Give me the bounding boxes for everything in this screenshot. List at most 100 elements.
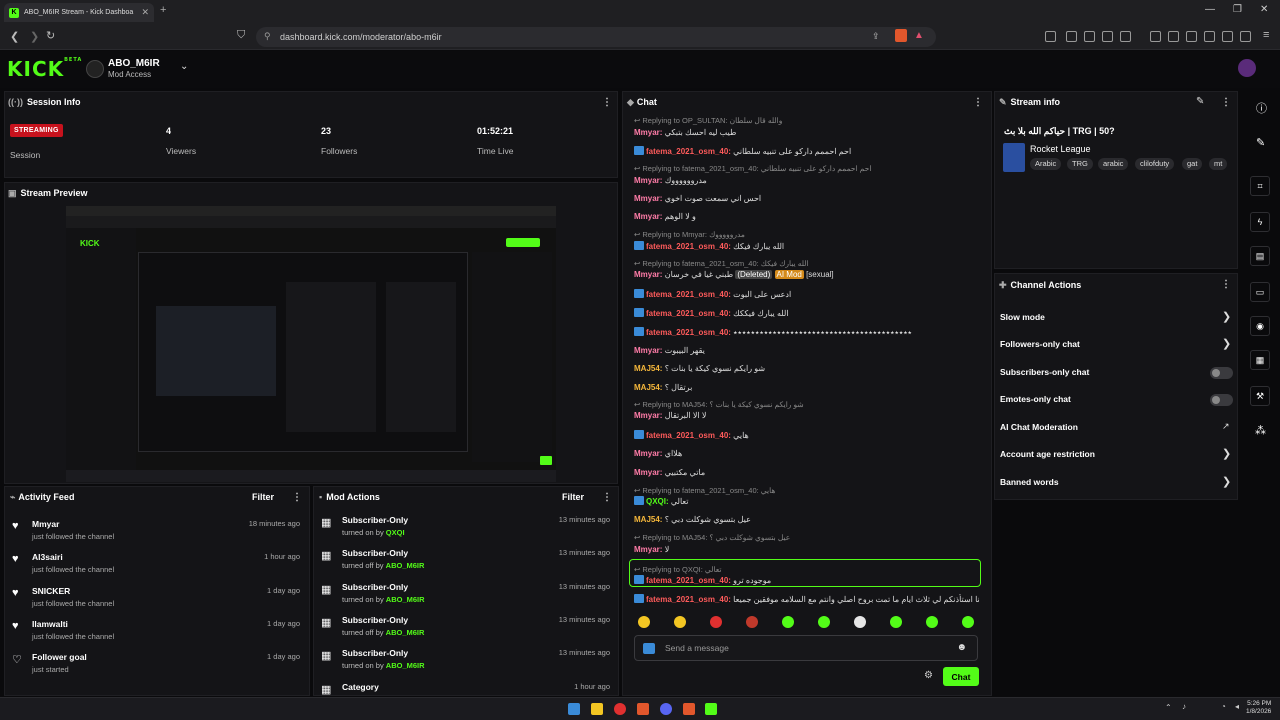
channel-action-label[interactable]: Banned words — [1000, 477, 1059, 487]
activity-user[interactable]: Al3sairi — [32, 552, 63, 562]
share-icon[interactable]: ⇪ — [872, 31, 880, 42]
activity-user[interactable]: Ilamwalti — [32, 619, 68, 629]
back-icon[interactable]: ❮ — [10, 30, 19, 43]
emote-icon[interactable] — [926, 616, 938, 628]
window-close-icon[interactable]: ✕ — [1260, 4, 1268, 15]
user-avatar[interactable] — [1238, 59, 1256, 77]
toggle-switch[interactable] — [1210, 367, 1233, 379]
media-icon[interactable] — [1150, 31, 1161, 42]
bookmark-icon[interactable]: ⛉ — [237, 29, 245, 42]
stream-tag[interactable]: clilofduty — [1135, 158, 1175, 170]
chat-message[interactable]: fatema_2021_osm_40: ادعس على البوت — [634, 289, 979, 299]
chat-message[interactable]: Mmyar: هلااي — [634, 449, 979, 458]
mod-menu-icon[interactable]: ⋮ — [602, 492, 612, 503]
stream-tag[interactable]: mt — [1209, 158, 1228, 170]
chat-message[interactable]: QXQI: تعالي — [634, 496, 979, 506]
extension-icon[interactable] — [1102, 31, 1113, 42]
info-icon[interactable]: ⓘ — [1256, 100, 1267, 116]
channel-actions-menu-icon[interactable]: ⋮ — [1221, 279, 1231, 290]
forward-icon[interactable]: ❯ — [30, 30, 39, 43]
volume-icon[interactable]: ◂ — [1235, 702, 1239, 711]
emote-icon[interactable] — [638, 616, 650, 628]
stream-tag[interactable]: gat — [1182, 158, 1203, 170]
chat-input[interactable]: Send a message ☻ — [634, 635, 978, 661]
start-icon[interactable] — [568, 703, 580, 715]
site-info-icon[interactable]: ⚲ — [264, 31, 271, 42]
chat-message[interactable]: Mmyar: لا — [634, 545, 979, 554]
chat-message[interactable]: fatema_2021_osm_40: الله يبارك فيكك — [634, 241, 979, 251]
chat-message[interactable]: Mmyar: طيب ليه احسك بتبكي — [634, 128, 979, 137]
rail-nodes-icon[interactable]: ⁂ — [1255, 424, 1266, 437]
stream-preview-video[interactable]: KICK — [66, 206, 556, 482]
chevron-right-icon[interactable]: ❯ — [1222, 310, 1231, 323]
chevron-right-icon[interactable]: ❯ — [1222, 337, 1231, 350]
extension-icon[interactable] — [1120, 31, 1131, 42]
toggle-switch[interactable] — [1210, 394, 1233, 406]
minimize-icon[interactable]: — — [1205, 4, 1215, 15]
stream-tag[interactable]: Arabic — [1030, 158, 1062, 170]
channel-action-label[interactable]: Followers-only chat — [1000, 339, 1080, 349]
rail-wrench-icon[interactable]: ⚒ — [1250, 386, 1270, 406]
brave-active-icon[interactable] — [683, 703, 695, 715]
reload-icon[interactable]: ↻ — [46, 29, 55, 42]
chat-message[interactable]: Mmyar: مدرووووووك — [634, 176, 979, 185]
chevron-right-icon[interactable]: ❯ — [1222, 447, 1231, 460]
maximize-icon[interactable]: ❐ — [1233, 4, 1242, 15]
browser-tab[interactable]: K ABO_M6IR Stream - Kick Dashboa ✕ — [4, 3, 154, 22]
channel-action-label[interactable]: Slow mode — [1000, 312, 1045, 322]
session-menu-icon[interactable]: ⋮ — [602, 97, 612, 108]
explorer-icon[interactable] — [591, 703, 603, 715]
network-icon[interactable]: ◔ — [1221, 702, 1226, 711]
activity-user[interactable]: Follower goal — [32, 652, 87, 662]
chat-message[interactable]: fatema_2021_osm_40: موجوده ترو — [634, 575, 979, 585]
category-name[interactable]: Rocket League — [1030, 144, 1091, 154]
chat-message[interactable]: Mmyar: يقهر البيبوت — [634, 346, 979, 355]
address-bar[interactable]: ⚲ dashboard.kick.com/moderator/abo-m6ir — [256, 27, 936, 47]
chat-message[interactable]: fatema_2021_osm_40: هايي — [634, 430, 979, 440]
extension-icon[interactable] — [1084, 31, 1095, 42]
activity-user[interactable]: Mmyar — [32, 519, 59, 529]
chat-message[interactable]: Mmyar: و لا الوهم — [634, 212, 979, 221]
brave-rewards-icon[interactable]: ▲ — [914, 30, 924, 41]
activity-menu-icon[interactable]: ⋮ — [292, 492, 302, 503]
chat-message[interactable]: fatema_2021_osm_40: الله يبارك فيككك — [634, 308, 979, 318]
wallet-icon[interactable] — [1186, 31, 1197, 42]
emote-icon[interactable] — [818, 616, 830, 628]
activity-user[interactable]: SNICKER — [32, 586, 70, 596]
new-tab-icon[interactable]: + — [160, 4, 166, 16]
emote-icon[interactable] — [674, 616, 686, 628]
emoji-icon[interactable]: ☻ — [956, 642, 967, 653]
rail-layout-icon[interactable]: ▦ — [1250, 350, 1270, 370]
send-chat-button[interactable]: Chat — [943, 667, 979, 686]
chat-message[interactable]: Mmyar: لا الا البرتقال — [634, 411, 979, 420]
channel-action-label[interactable]: Emotes-only chat — [1000, 394, 1071, 404]
pencil-icon[interactable]: ✎ — [1256, 136, 1265, 149]
external-link-icon[interactable]: ↗ — [1222, 421, 1230, 432]
chrome-icon[interactable] — [614, 703, 626, 715]
chat-menu-icon[interactable]: ⋮ — [973, 97, 983, 108]
taskbar-clock[interactable]: 5:26 PM 1/8/2026 — [1246, 700, 1271, 716]
chevron-right-icon[interactable]: ❯ — [1222, 475, 1231, 488]
mic-icon[interactable]: ♪ — [1182, 702, 1186, 711]
rail-chat-icon[interactable]: ▭ — [1250, 282, 1270, 302]
extension-icon[interactable] — [1066, 31, 1077, 42]
chat-settings-icon[interactable]: ⚙ — [924, 670, 933, 681]
channel-action-label[interactable]: Account age restriction — [1000, 449, 1095, 459]
chat-message[interactable]: MAJ54: برتقال ؟ — [634, 383, 979, 392]
activity-filter-button[interactable]: Filter — [252, 492, 274, 502]
profile-icon[interactable] — [1240, 31, 1251, 42]
chat-message[interactable]: Mmyar: طبني غيا في خرسان (Deleted) AI Mo… — [634, 270, 979, 279]
chat-message[interactable]: Mmyar: ماتي مكتبيي — [634, 468, 979, 477]
mod-filter-button[interactable]: Filter — [562, 492, 584, 502]
stream-tag[interactable]: TRG — [1067, 158, 1093, 170]
menu-icon[interactable]: ≡ — [1263, 29, 1269, 41]
chat-message[interactable]: fatema_2021_osm_40: انا استأذنكم لي ثلاث… — [634, 594, 979, 604]
chat-message[interactable]: Mmyar: احس اني سمعت صوت اخوي — [634, 194, 979, 203]
kick-logo[interactable]: KICKBETA — [7, 57, 82, 81]
channel-action-label[interactable]: AI Chat Moderation — [1000, 422, 1078, 432]
chat-message[interactable]: fatema_2021_osm_40: ٭٭٭٭٭٭٭٭٭٭٭٭٭٭٭٭٭٭٭٭… — [634, 327, 979, 337]
close-tab-icon[interactable]: ✕ — [141, 7, 149, 18]
emote-icon[interactable] — [710, 616, 722, 628]
stream-info-menu-icon[interactable]: ⋮ — [1221, 97, 1231, 108]
chat-message[interactable]: fatema_2021_osm_40: احم احممم داركو على … — [634, 146, 979, 156]
